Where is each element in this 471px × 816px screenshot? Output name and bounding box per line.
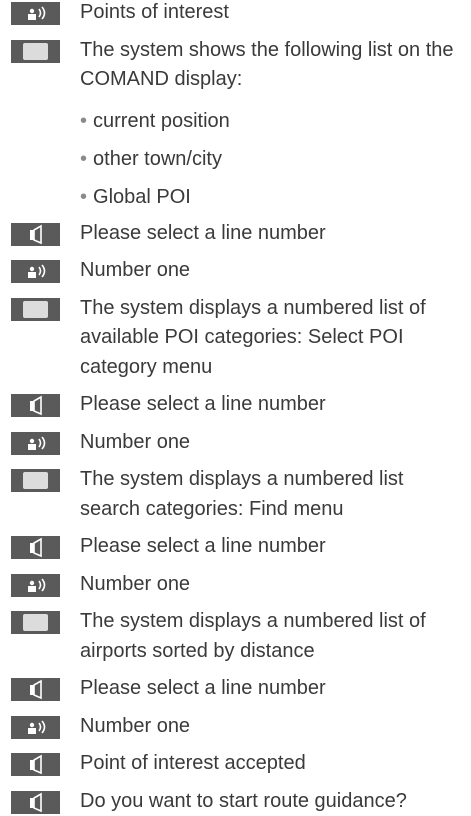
bullet-item: •current position bbox=[80, 107, 460, 135]
display-icon bbox=[11, 469, 60, 492]
list-item-text: The system shows the following list on t… bbox=[80, 36, 468, 95]
list-item-text: Number one bbox=[80, 256, 468, 286]
voice-command-icon bbox=[11, 432, 60, 455]
bullet-item: •other town/city bbox=[80, 145, 460, 173]
voice-command-icon bbox=[11, 2, 60, 25]
list-item-text: Number one bbox=[80, 570, 468, 600]
list-item-text: Please select a line number bbox=[80, 532, 468, 562]
speaker-icon bbox=[11, 223, 60, 246]
list-item-text: The system displays a numbered list sear… bbox=[80, 465, 468, 524]
speaker-icon bbox=[11, 536, 60, 559]
speaker-icon bbox=[11, 753, 60, 776]
list-item-text: Please select a line number bbox=[80, 219, 468, 249]
speaker-icon bbox=[11, 394, 60, 417]
list-item-text: Please select a line number bbox=[80, 390, 468, 420]
bullet-item: •Global POI bbox=[80, 183, 460, 211]
display-icon bbox=[11, 298, 60, 321]
voice-command-icon bbox=[11, 260, 60, 283]
list-item-text: Please select a line number bbox=[80, 674, 468, 704]
list-item-text: The system displays a numbered list of a… bbox=[80, 294, 468, 383]
speaker-icon bbox=[11, 791, 60, 814]
display-icon bbox=[11, 40, 60, 63]
voice-command-icon bbox=[11, 716, 60, 739]
list-item-text: The system displays a numbered list of a… bbox=[80, 607, 468, 666]
list-item-text: Point of interest accepted bbox=[80, 749, 468, 779]
list-item-text: Points of interest bbox=[80, 0, 468, 28]
list-item-text: Number one bbox=[80, 428, 468, 458]
list-item-text: Number one bbox=[80, 712, 468, 742]
speaker-icon bbox=[11, 678, 60, 701]
voice-command-icon bbox=[11, 574, 60, 597]
display-icon bbox=[11, 611, 60, 634]
